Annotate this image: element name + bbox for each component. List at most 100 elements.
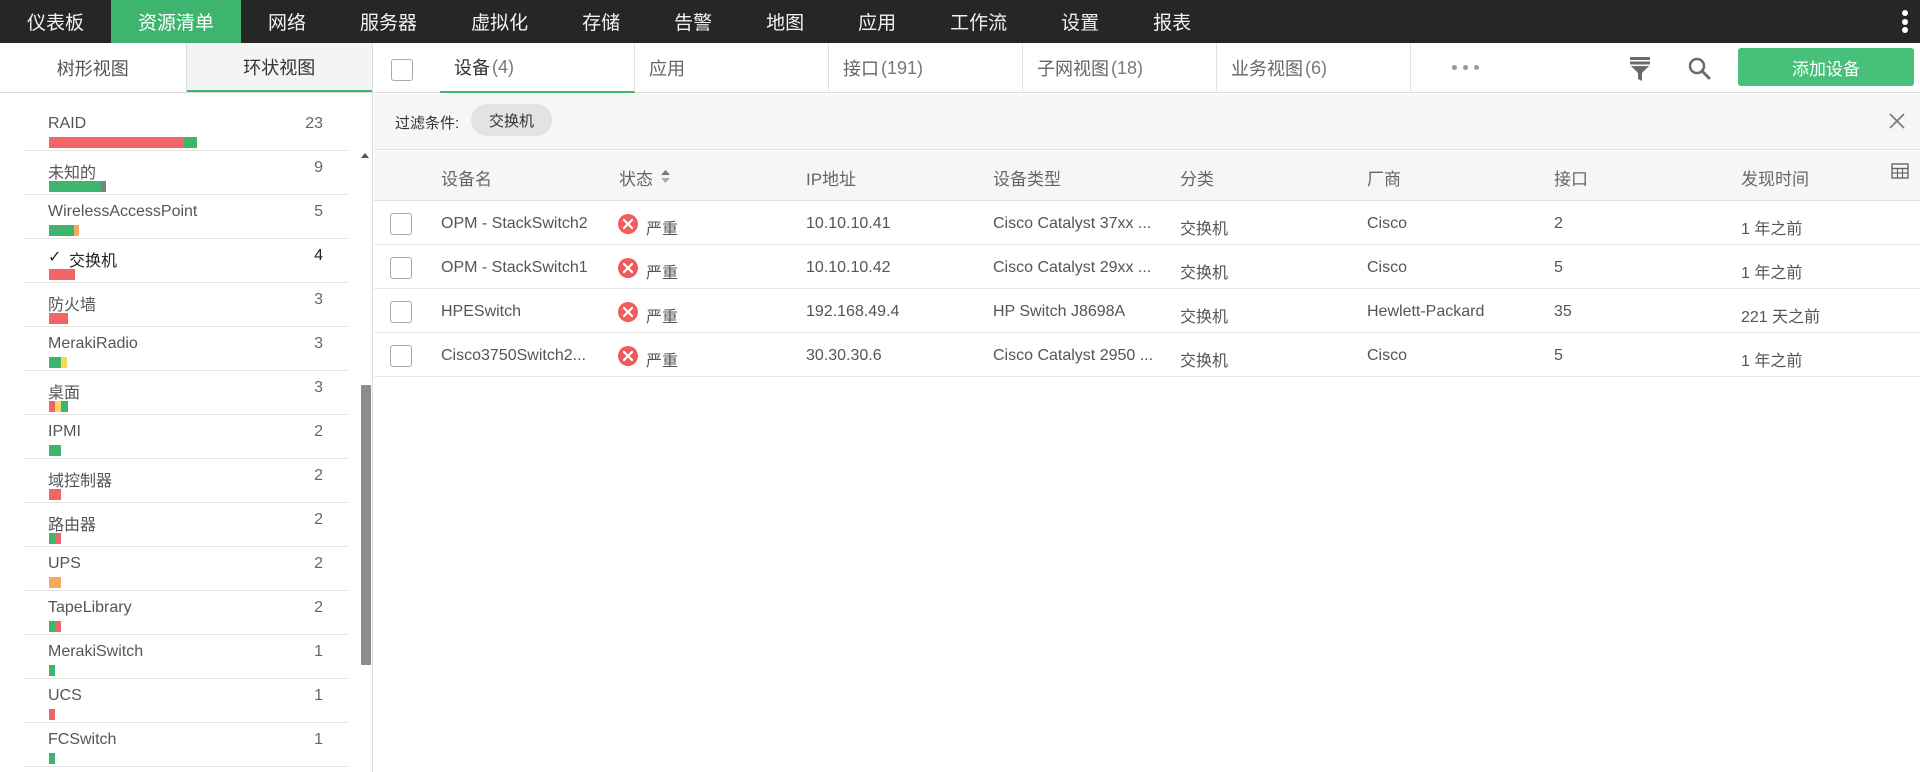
category-name: 桌面 [48,385,81,402]
table-row[interactable]: OPM - StackSwitch2 10.10.10.41 Cisco Catal… [374,202,1920,245]
severity-bar [49,753,55,764]
critical-status-icon [618,346,638,366]
category-item[interactable]: UCS 1 [24,679,349,723]
severity-bar-segment [49,181,101,192]
nav-item[interactable]: 服务器 [333,0,444,43]
tab-label: 业务视图 [1231,59,1303,79]
column-header-interfaces[interactable]: 接口 [1554,165,1588,190]
nav-item[interactable]: 告警 [647,0,739,43]
column-chooser-icon[interactable] [1891,163,1909,179]
device-name-link[interactable]: OPM - StackSwitch2 [441,215,588,233]
row-checkbox[interactable] [390,345,412,367]
category-list: RAID 23 未知的 9 WirelessAccessPoint 5 ✓ 交换机 4 防火墙 3 M… [24,107,349,767]
filter-funnel-icon[interactable] [1628,56,1652,82]
more-horizontal-icon[interactable] [1452,65,1479,70]
category-item[interactable]: ✓ 交换机 4 [24,239,349,283]
view-switcher: 树形视图 环状视图 [0,43,372,93]
device-type: Cisco Catalyst 29xx ... [993,259,1152,276]
device-name-link[interactable]: OPM - StackSwitch1 [441,259,588,277]
row-checkbox[interactable] [390,213,412,235]
category-name: UCS [48,687,82,704]
category-count: 2 [314,423,323,440]
checkmark-icon: ✓ [48,249,62,266]
nav-item[interactable]: 虚拟化 [444,0,555,43]
nav-item[interactable]: 报表 [1126,0,1218,43]
nav-item[interactable]: 仪表板 [0,0,111,43]
critical-status-icon [618,258,638,278]
nav-item[interactable]: 工作流 [923,0,1034,43]
nav-item[interactable]: 地图 [739,0,831,43]
category-item[interactable]: FCSwitch 1 [24,723,349,767]
add-device-button[interactable]: 添加设备 [1738,48,1914,86]
tab-devices[interactable]: 设备 (4) [440,43,635,93]
nav-item[interactable]: 设置 [1034,0,1126,43]
category-item[interactable]: 路由器 2 [24,503,349,547]
category-item[interactable]: 防火墙 3 [24,283,349,327]
table-row[interactable]: HPESwitch 192.168.49.4 HP Switch J8698A 交换机… [374,290,1920,333]
category-name: 路由器 [48,517,97,534]
severity-bar [49,489,61,500]
category-item[interactable]: 域控制器 2 [24,459,349,503]
severity-bar-segment [101,181,106,192]
row-checkbox[interactable] [390,301,412,323]
tab-interfaces[interactable]: 接口 (191) [829,43,1023,93]
severity-bar-segment [49,225,74,236]
nav-item[interactable]: 应用 [831,0,923,43]
category-item[interactable]: RAID 23 [24,107,349,151]
tab-applications[interactable]: 应用 [635,43,829,93]
tab-ring-view[interactable]: 环状视图 [186,43,372,92]
status-label: 严重 [646,221,679,238]
nav-item[interactable]: 存储 [555,0,647,43]
status-label: 严重 [646,309,679,326]
category-item[interactable]: IPMI 2 [24,415,349,459]
filter-label: 过滤条件: [395,115,460,132]
sort-icon[interactable] [660,170,670,183]
device-category: 交换机 [1180,309,1229,326]
category-count: 23 [305,115,323,132]
severity-bar-segment [49,357,61,368]
category-item[interactable]: MerakiSwitch 1 [24,635,349,679]
column-header-device-name[interactable]: 设备名 [441,165,492,190]
resource-tabs: 设备 (4) 应用 接口 (191) 子网视图 (18) 业务视图 (6) 添加… [374,43,1920,93]
category-item[interactable]: TapeLibrary 2 [24,591,349,635]
column-header-discovered[interactable]: 发现时间 [1741,165,1809,190]
column-header-status[interactable]: 状态 [619,165,670,190]
category-item[interactable]: 桌面 3 [24,371,349,415]
severity-bar [49,313,68,324]
row-checkbox[interactable] [390,257,412,279]
tab-business-view[interactable]: 业务视图 (6) [1217,43,1411,93]
category-item[interactable]: WirelessAccessPoint 5 [24,195,349,239]
column-header-vendor[interactable]: 厂商 [1367,165,1401,190]
select-all-checkbox[interactable] [391,59,413,81]
more-vertical-icon[interactable] [1902,10,1908,33]
discovered-time: 1 年之前 [1741,221,1803,238]
category-item[interactable]: 未知的 9 [24,151,349,195]
severity-bar [49,357,67,368]
category-name: IPMI [48,423,81,440]
vendor-name: Cisco [1367,215,1408,232]
table-row[interactable]: Cisco3750Switch2... 30.30.30.6 Cisco Catal… [374,334,1920,377]
status-label: 严重 [646,265,679,282]
device-name-link[interactable]: HPESwitch [441,303,521,321]
category-item[interactable]: UPS 2 [24,547,349,591]
nav-item[interactable]: 资源清单 [111,0,242,43]
tab-tree-view[interactable]: 树形视图 [0,43,187,92]
close-icon[interactable] [1888,112,1906,130]
column-header-device-type[interactable]: 设备类型 [993,165,1061,190]
vendor-name: Cisco [1367,259,1408,276]
scroll-up-arrow-icon[interactable] [361,153,369,159]
scrollbar-thumb[interactable] [361,385,371,665]
category-item[interactable]: MerakiRadio 3 [24,327,349,371]
column-header-category[interactable]: 分类 [1180,165,1214,190]
column-header-ip[interactable]: IP地址 [806,165,856,190]
nav-item[interactable]: 网络 [241,0,333,43]
device-name-link[interactable]: Cisco3750Switch2... [441,347,586,365]
ip-address: 10.10.10.41 [806,215,891,232]
tab-subnet-view[interactable]: 子网视图 (18) [1023,43,1217,93]
main-content: 设备 (4) 应用 接口 (191) 子网视图 (18) 业务视图 (6) 添加… [374,43,1920,772]
severity-bar-segment [49,137,184,148]
search-icon[interactable] [1687,56,1711,80]
discovered-time: 1 年之前 [1741,265,1803,282]
table-row[interactable]: OPM - StackSwitch1 10.10.10.42 Cisco Catal… [374,246,1920,289]
filter-chip[interactable]: 交换机 [471,104,553,136]
